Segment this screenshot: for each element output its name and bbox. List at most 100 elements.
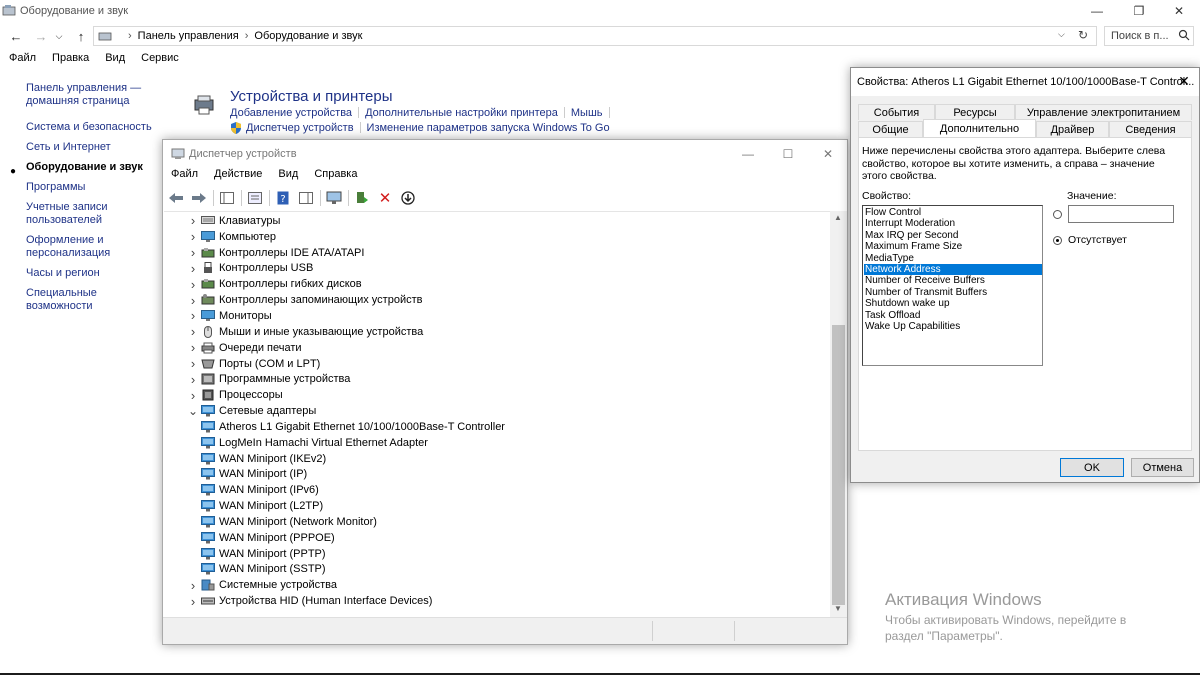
- scroll-up-icon[interactable]: ▲: [834, 213, 842, 222]
- chevron-right-icon[interactable]: ›: [185, 308, 201, 323]
- device-category[interactable]: › Мониторы: [164, 308, 830, 324]
- nav-home[interactable]: Панель управления — домашняя страница: [26, 82, 166, 108]
- nav-user-accounts[interactable]: Учетные записи пользователей: [26, 201, 166, 227]
- tab-driver[interactable]: Драйвер: [1036, 121, 1109, 137]
- nav-accessibility[interactable]: Специальные возможности: [26, 287, 166, 313]
- device-item[interactable]: WAN Miniport (IPv6): [164, 482, 830, 498]
- menu-file[interactable]: Файл: [0, 52, 44, 68]
- device-category[interactable]: › Программные устройства: [164, 371, 830, 387]
- minimize-button[interactable]: —: [1074, 0, 1120, 22]
- property-item[interactable]: Task Offload: [864, 310, 1042, 321]
- devices-printers-icon[interactable]: [192, 94, 218, 121]
- chevron-right-icon[interactable]: ›: [185, 245, 201, 260]
- chevron-right-icon[interactable]: ›: [185, 578, 201, 593]
- nav-clock-region[interactable]: Часы и регион: [26, 267, 166, 280]
- tab-advanced[interactable]: Дополнительно: [923, 119, 1036, 137]
- device-item[interactable]: WAN Miniport (PPTP): [164, 546, 830, 562]
- property-item[interactable]: Max IRQ per Second: [864, 230, 1042, 241]
- uninstall-red-x-icon[interactable]: ✕: [376, 189, 394, 207]
- chevron-right-icon[interactable]: ›: [185, 372, 201, 387]
- property-item[interactable]: MediaType: [864, 253, 1042, 264]
- search-icon[interactable]: [1178, 29, 1190, 44]
- forward-arrow-icon[interactable]: [190, 189, 208, 207]
- monitor-scan-icon[interactable]: [325, 189, 343, 207]
- chevron-right-icon[interactable]: ›: [185, 213, 201, 228]
- recent-dropdown-icon[interactable]: ⌵: [50, 27, 68, 45]
- chevron-right-icon[interactable]: ›: [185, 356, 201, 371]
- back-arrow-icon[interactable]: ←: [7, 27, 25, 45]
- nav-hardware-sound[interactable]: Оборудование и звук: [26, 161, 166, 174]
- device-category[interactable]: › Порты (COM и LPT): [164, 356, 830, 372]
- device-category[interactable]: › Очереди печати: [164, 340, 830, 356]
- property-item[interactable]: Number of Transmit Buffers: [864, 287, 1042, 298]
- tab-general[interactable]: Общие: [858, 121, 923, 137]
- device-item[interactable]: WAN Miniport (SSTP): [164, 562, 830, 578]
- dm-menu-help[interactable]: Справка: [306, 168, 365, 186]
- forward-arrow-icon[interactable]: →: [32, 27, 50, 45]
- nav-system-security[interactable]: Система и безопасность: [26, 121, 166, 134]
- nav-network-internet[interactable]: Сеть и Интернет: [26, 141, 166, 154]
- value-input[interactable]: [1068, 205, 1174, 223]
- chevron-right-icon[interactable]: ›: [185, 277, 201, 292]
- chevron-right-icon[interactable]: ›: [185, 388, 201, 403]
- ok-button[interactable]: OK: [1060, 458, 1124, 477]
- dm-close-button[interactable]: ✕: [805, 143, 851, 165]
- menu-view[interactable]: Вид: [97, 52, 133, 68]
- device-category[interactable]: › Системные устройства: [164, 577, 830, 593]
- help-icon[interactable]: ?: [274, 189, 292, 207]
- properties-icon[interactable]: [246, 189, 264, 207]
- dm-menu-view[interactable]: Вид: [270, 168, 306, 186]
- close-button[interactable]: ✕: [1156, 0, 1200, 22]
- dm-menu-action[interactable]: Действие: [206, 168, 270, 186]
- property-list[interactable]: Flow Control Interrupt Moderation Max IRQ …: [862, 205, 1043, 366]
- device-category[interactable]: › Контроллеры гибких дисков: [164, 276, 830, 292]
- device-category[interactable]: › Клавиатуры: [164, 213, 830, 229]
- device-item[interactable]: WAN Miniport (PPPOE): [164, 530, 830, 546]
- scroll-down-icon[interactable]: ▼: [834, 604, 842, 613]
- cancel-button[interactable]: Отмена: [1131, 458, 1194, 477]
- chevron-right-icon[interactable]: ›: [185, 261, 201, 276]
- scrollbar-thumb[interactable]: [832, 325, 845, 605]
- dm-menu-file[interactable]: Файл: [163, 168, 206, 186]
- absent-radio[interactable]: [1053, 236, 1062, 245]
- refresh-icon[interactable]: ↻: [1078, 28, 1088, 42]
- tab-power-management[interactable]: Управление электропитанием: [1015, 104, 1192, 120]
- link-printer-settings[interactable]: Дополнительные настройки принтера: [365, 107, 558, 119]
- update-driver-icon[interactable]: [353, 189, 371, 207]
- link-windows-to-go[interactable]: Изменение параметров запуска Windows To …: [367, 122, 610, 134]
- address-bar[interactable]: › Панель управления › Оборудование и зву…: [93, 26, 1097, 46]
- device-item[interactable]: WAN Miniport (IKEv2): [164, 451, 830, 467]
- chevron-right-icon[interactable]: ›: [185, 340, 201, 355]
- device-category[interactable]: › Контроллеры запоминающих устройств: [164, 292, 830, 308]
- value-radio[interactable]: [1053, 210, 1062, 219]
- download-circle-icon[interactable]: [399, 189, 417, 207]
- vertical-scrollbar[interactable]: ▲ ▼: [830, 211, 847, 617]
- nav-programs[interactable]: Программы: [26, 181, 166, 194]
- device-category[interactable]: › Контроллеры IDE ATA/ATAPI: [164, 245, 830, 261]
- link-add-device[interactable]: Добавление устройства: [230, 107, 352, 119]
- action-pane-icon[interactable]: [297, 189, 315, 207]
- up-arrow-icon[interactable]: ↑: [72, 27, 90, 45]
- property-item[interactable]: Flow Control: [864, 207, 1042, 218]
- section-title[interactable]: Устройства и принтеры: [230, 88, 392, 105]
- nav-appearance[interactable]: Оформление и персонализация: [26, 234, 166, 260]
- tab-events[interactable]: События: [858, 104, 935, 120]
- menu-tools[interactable]: Сервис: [133, 52, 187, 68]
- show-hide-tree-icon[interactable]: [218, 189, 236, 207]
- device-category[interactable]: › Контроллеры USB: [164, 261, 830, 277]
- link-mouse[interactable]: Мышь: [571, 107, 603, 119]
- device-item[interactable]: LogMeIn Hamachi Virtual Ethernet Adapter: [164, 435, 830, 451]
- device-category[interactable]: › Компьютер: [164, 229, 830, 245]
- device-item[interactable]: WAN Miniport (Network Monitor): [164, 514, 830, 530]
- device-category[interactable]: ⌄ Сетевые адаптеры: [164, 403, 830, 419]
- search-input[interactable]: Поиск в п...: [1104, 26, 1194, 46]
- device-item[interactable]: WAN Miniport (L2TP): [164, 498, 830, 514]
- property-item[interactable]: Network Address: [864, 263, 1042, 276]
- dialog-close-button[interactable]: ✕: [1173, 70, 1195, 92]
- chevron-right-icon[interactable]: ›: [185, 324, 201, 339]
- property-item[interactable]: Shutdown wake up: [864, 298, 1042, 309]
- device-category[interactable]: › Процессоры: [164, 387, 830, 403]
- chevron-right-icon[interactable]: ›: [185, 594, 201, 609]
- property-item[interactable]: Number of Receive Buffers: [864, 275, 1042, 286]
- chevron-right-icon[interactable]: ›: [185, 229, 201, 244]
